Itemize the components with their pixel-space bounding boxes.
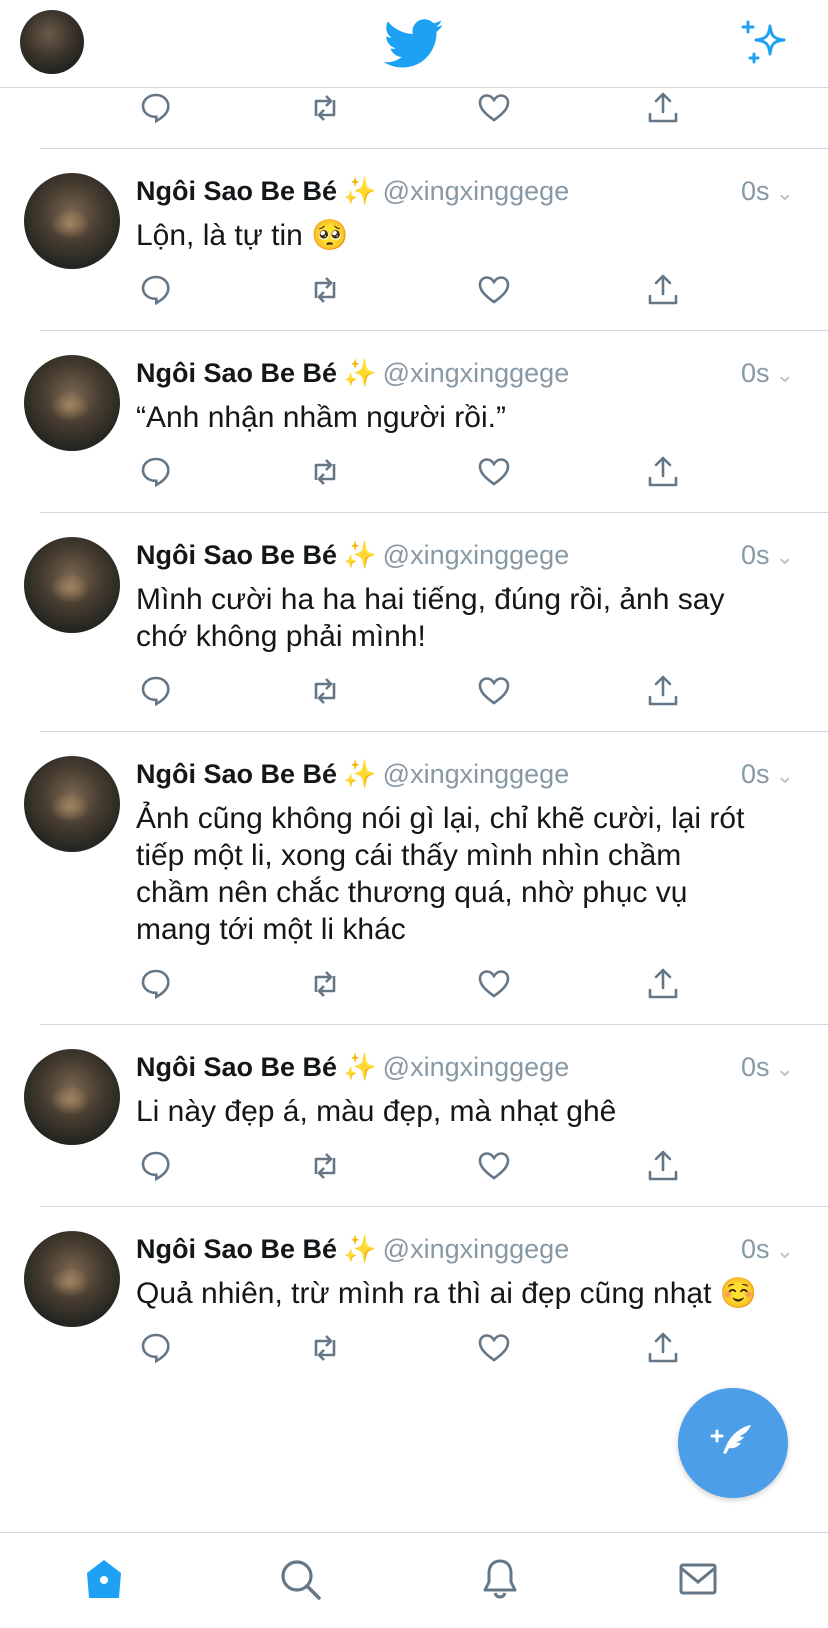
- share-icon[interactable]: [643, 452, 683, 492]
- retweet-icon[interactable]: [305, 964, 345, 1004]
- tweet-actions: [0, 964, 798, 1024]
- notifications-icon[interactable]: [476, 1555, 524, 1603]
- tweet-text: Lộn, là tự tin 🥺: [136, 219, 349, 252]
- tweet[interactable]: Ngôi Sao Be Bé ✨ @xingxinggege 0s ⌄ “Anh nh…: [24, 330, 828, 512]
- tweet-actions: [0, 1328, 798, 1388]
- tweet-actions: [0, 671, 798, 731]
- share-icon[interactable]: [643, 671, 683, 711]
- bottom-tab-bar: [0, 1532, 828, 1628]
- author-name[interactable]: Ngôi Sao Be Bé: [136, 176, 337, 206]
- tweet-actions: [0, 270, 798, 330]
- author-avatar[interactable]: [24, 1231, 120, 1327]
- author-avatar[interactable]: [24, 537, 120, 633]
- author-handle: @xingxinggege: [382, 176, 570, 206]
- share-icon[interactable]: [643, 88, 683, 128]
- author-name[interactable]: Ngôi Sao Be Bé: [136, 1234, 337, 1264]
- sparkle-icon[interactable]: [740, 18, 790, 68]
- share-icon[interactable]: [643, 270, 683, 310]
- like-icon[interactable]: [474, 88, 514, 128]
- sparkle-emoji: ✨: [343, 540, 377, 570]
- like-icon[interactable]: [474, 964, 514, 1004]
- share-icon[interactable]: [643, 964, 683, 1004]
- retweet-icon[interactable]: [305, 452, 345, 492]
- author-handle: @xingxinggege: [382, 759, 570, 789]
- tweet-text: Quả nhiên, trừ mình ra thì ai đẹp cũng n…: [136, 1277, 758, 1310]
- like-icon[interactable]: [474, 452, 514, 492]
- reply-icon[interactable]: [136, 1146, 176, 1186]
- tweet[interactable]: Ngôi Sao Be Bé ✨ @xingxinggege 0s ⌄ Ảnh cũn…: [24, 731, 828, 1024]
- tweet[interactable]: Ngôi Sao Be Bé ✨ @xingxinggege 0s ⌄ Mình cư…: [24, 512, 828, 731]
- tweet-text: Li này đẹp á, màu đẹp, mà nhạt ghê: [136, 1095, 617, 1128]
- author-avatar[interactable]: [24, 756, 120, 852]
- like-icon[interactable]: [474, 270, 514, 310]
- retweet-icon[interactable]: [305, 88, 345, 128]
- retweet-icon[interactable]: [305, 1146, 345, 1186]
- chevron-down-icon[interactable]: ⌄: [776, 355, 794, 395]
- tweet-text: “Anh nhận nhầm người rồi.”: [136, 401, 506, 434]
- sparkle-emoji: ✨: [343, 1234, 377, 1264]
- messages-icon[interactable]: [674, 1555, 722, 1603]
- compose-tweet-icon: [710, 1425, 751, 1454]
- tweet-timestamp: 0s: [741, 540, 770, 570]
- retweet-icon[interactable]: [305, 671, 345, 711]
- author-avatar[interactable]: [24, 173, 120, 269]
- chevron-down-icon[interactable]: ⌄: [776, 173, 794, 213]
- search-icon[interactable]: [276, 1555, 324, 1603]
- tweet-actions: [0, 452, 798, 512]
- tweet-text: Mình cười ha ha hai tiếng, đúng rồi, ảnh…: [136, 583, 725, 653]
- tweet[interactable]: Ngôi Sao Be Bé ✨ @xingxinggege 0s ⌄ Quả nhi…: [24, 1206, 828, 1388]
- chevron-down-icon[interactable]: ⌄: [776, 1049, 794, 1089]
- sparkle-emoji: ✨: [343, 1052, 377, 1082]
- tweet-actions: [0, 1146, 798, 1206]
- author-handle: @xingxinggege: [382, 540, 570, 570]
- author-handle: @xingxinggege: [382, 358, 570, 388]
- timeline-feed[interactable]: Ngôi Sao Be Bé ✨ @xingxinggege 0s ⌄ Lộn, là…: [0, 88, 828, 1388]
- author-name[interactable]: Ngôi Sao Be Bé: [136, 540, 337, 570]
- reply-icon[interactable]: [136, 452, 176, 492]
- reply-icon[interactable]: [136, 270, 176, 310]
- reply-icon[interactable]: [136, 671, 176, 711]
- author-name[interactable]: Ngôi Sao Be Bé: [136, 759, 337, 789]
- tweet-timestamp: 0s: [741, 1234, 770, 1264]
- sparkle-emoji: ✨: [343, 176, 377, 206]
- chevron-down-icon[interactable]: ⌄: [776, 756, 794, 796]
- reply-icon[interactable]: [136, 1328, 176, 1368]
- author-avatar[interactable]: [24, 1049, 120, 1145]
- like-icon[interactable]: [474, 1146, 514, 1186]
- chevron-down-icon[interactable]: ⌄: [776, 537, 794, 577]
- author-handle: @xingxinggege: [382, 1234, 570, 1264]
- tweet-timestamp: 0s: [741, 759, 770, 789]
- author-name[interactable]: Ngôi Sao Be Bé: [136, 1052, 337, 1082]
- profile-avatar[interactable]: [20, 10, 84, 74]
- share-icon[interactable]: [643, 1146, 683, 1186]
- tweet-timestamp: 0s: [741, 1052, 770, 1082]
- twitter-bird-icon: [383, 18, 444, 70]
- author-handle: @xingxinggege: [382, 1052, 570, 1082]
- reply-icon[interactable]: [136, 964, 176, 1004]
- tweet[interactable]: Ngôi Sao Be Bé ✨ @xingxinggege 0s ⌄ Lộn, là…: [24, 148, 828, 330]
- top-bar: [0, 0, 828, 88]
- tweet-timestamp: 0s: [741, 176, 770, 206]
- author-avatar[interactable]: [24, 355, 120, 451]
- tweet-timestamp: 0s: [741, 358, 770, 388]
- like-icon[interactable]: [474, 1328, 514, 1368]
- like-icon[interactable]: [474, 671, 514, 711]
- retweet-icon[interactable]: [305, 1328, 345, 1368]
- compose-tweet-button[interactable]: [678, 1388, 788, 1498]
- tweet-actions: [0, 88, 828, 148]
- reply-icon[interactable]: [136, 88, 176, 128]
- home-icon[interactable]: [80, 1555, 128, 1603]
- retweet-icon[interactable]: [305, 270, 345, 310]
- sparkle-emoji: ✨: [343, 759, 377, 789]
- tweet[interactable]: Ngôi Sao Be Bé ✨ @xingxinggege 0s ⌄ Li này …: [24, 1024, 828, 1206]
- author-name[interactable]: Ngôi Sao Be Bé: [136, 358, 337, 388]
- tweet-text: Ảnh cũng không nói gì lại, chỉ khẽ cười,…: [136, 802, 745, 946]
- sparkle-emoji: ✨: [343, 358, 377, 388]
- share-icon[interactable]: [643, 1328, 683, 1368]
- chevron-down-icon[interactable]: ⌄: [776, 1231, 794, 1271]
